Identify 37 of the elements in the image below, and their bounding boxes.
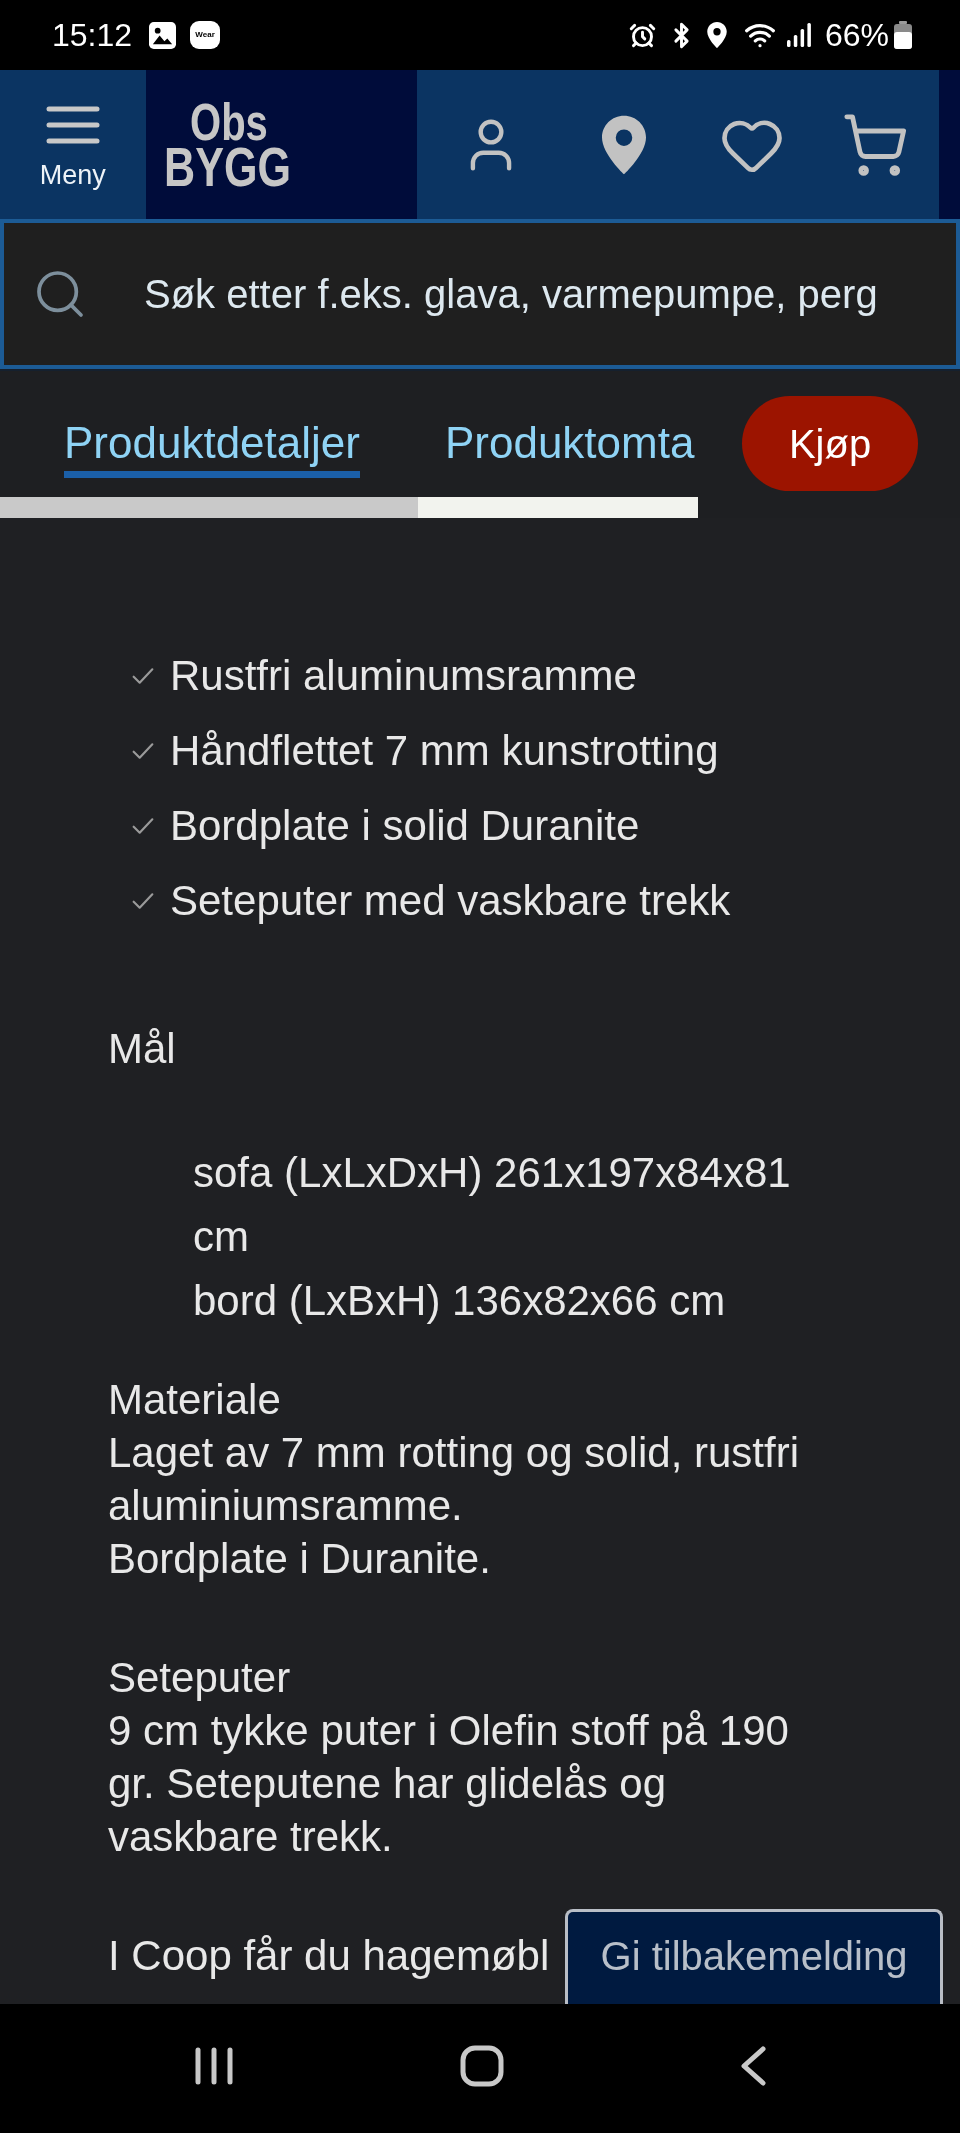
location-icon (706, 22, 727, 48)
check-icon (132, 817, 154, 834)
battery-percentage: 66% (824, 19, 889, 51)
feature-text: Seteputer med vaskbare trekk (170, 876, 731, 926)
feature-text: Bordplate i solid Duranite (170, 801, 640, 851)
check-icon (132, 742, 154, 759)
home-icon[interactable] (460, 2044, 504, 2087)
section-heading: Seteputer (108, 1653, 291, 1703)
search-field[interactable]: Søk etter f.eks. glava, varmepumpe, perg (0, 219, 960, 369)
feature-text: Håndflettet 7 mm kunstrotting (170, 726, 719, 776)
buy-button[interactable]: Kjøp (742, 396, 918, 491)
signal-icon (786, 23, 811, 47)
scrollbar-thumb[interactable] (0, 497, 418, 518)
section-heading: Materiale (108, 1375, 281, 1425)
menu-icon (45, 106, 100, 144)
logo-text: Obs (189, 99, 268, 144)
alarm-icon (628, 21, 656, 49)
logo-text: BYGG (163, 143, 291, 190)
status-time: 15:12 (52, 19, 133, 51)
feature-text: Rustfri aluminumsramme (170, 651, 637, 701)
check-icon (132, 667, 154, 684)
check-icon (132, 892, 154, 909)
feedback-button[interactable]: Gi tilbakemelding (565, 1909, 943, 2004)
paragraph-text: Laget av 7 mm rotting og solid, rustfri aluminiumsramme. (108, 1428, 800, 1531)
tab[interactable]: Produktdetaljer (64, 416, 360, 478)
battery-icon (894, 21, 912, 49)
paragraph-text: I Coop får du hagemøbl (108, 1931, 550, 1981)
dimension-text: bord (LxBxH) 136x82x66 cm (193, 1276, 727, 1326)
paragraph-text: 9 cm tykke puter i Olefin stoff på 190 gr. Seteputene har glidelås og vaskbare trekk. (108, 1706, 790, 1862)
image-icon (149, 21, 177, 49)
notification-badge: Wear (190, 21, 221, 49)
menu-button[interactable]: Meny (0, 70, 146, 219)
back-icon[interactable] (741, 2045, 766, 2086)
recent-apps-icon[interactable] (195, 2046, 233, 2085)
tab[interactable]: Produktomta (444, 416, 695, 478)
paragraph-text: Bordplate i Duranite. (108, 1534, 492, 1584)
section-heading: Mål (108, 1024, 176, 1074)
